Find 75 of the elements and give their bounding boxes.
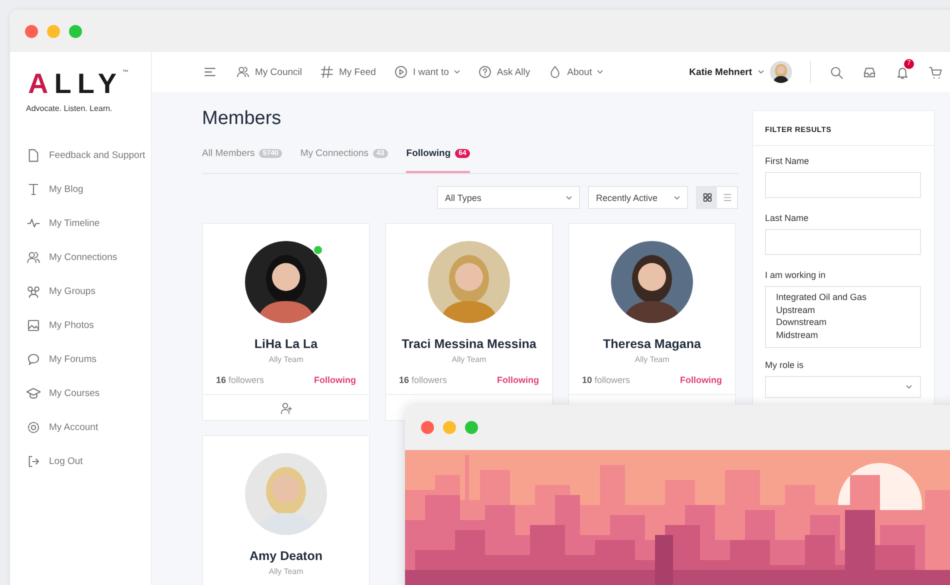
sidebar-item[interactable]: My Account: [26, 410, 151, 444]
field-label: Last Name: [765, 213, 810, 223]
nav-link[interactable]: Ask Ally: [478, 65, 530, 79]
close-button[interactable]: [421, 421, 434, 434]
close-button[interactable]: [25, 24, 38, 38]
following-link[interactable]: Following: [497, 375, 539, 385]
list-icon: [722, 192, 732, 203]
member-team: Ally Team: [268, 355, 304, 364]
listbox[interactable]: Integrated Oil and Gas Upstream Downstream Midstream: [765, 286, 921, 348]
member-name[interactable]: LiHa La La: [254, 337, 318, 351]
gear-icon: [26, 420, 41, 434]
graduation-cap-icon: [26, 386, 41, 400]
text-icon: [26, 182, 41, 196]
minimize-button[interactable]: [47, 24, 60, 38]
user-menu[interactable]: Katie Mehnert: [689, 61, 792, 83]
field-label: First Name: [765, 156, 810, 166]
maximize-button[interactable]: [69, 24, 82, 38]
member-team: Ally Team: [452, 355, 486, 364]
chat-icon: [26, 352, 41, 366]
follower-count: 16 followers: [399, 375, 448, 385]
nav-link[interactable]: My Feed: [320, 65, 376, 79]
question-icon: [478, 65, 492, 79]
follower-count: 10 followers: [582, 375, 630, 385]
logo-tagline: Advocate. Listen. Learn.: [26, 104, 112, 113]
logout-icon: [26, 454, 41, 468]
add-user-icon: [279, 400, 293, 414]
page-title: Members: [202, 108, 282, 130]
search-icon: [829, 64, 844, 80]
dropdown-field[interactable]: [765, 376, 921, 398]
image-icon: [26, 318, 41, 332]
sidebar-item[interactable]: My Groups: [26, 274, 151, 308]
add-connection-button[interactable]: [279, 400, 293, 414]
sidebar-item[interactable]: Feedback and Support: [26, 138, 151, 172]
caret-icon: [906, 385, 912, 389]
group-icon: [26, 284, 41, 298]
member-team: Ally Team: [268, 567, 304, 576]
input-field[interactable]: [765, 229, 921, 255]
follower-count: 16 followers: [216, 375, 264, 385]
field-label: My role is: [765, 360, 805, 370]
caret-icon: [566, 196, 572, 200]
caret-icon: [758, 70, 764, 74]
nav-link[interactable]: My Council: [236, 65, 302, 79]
caret-icon: [454, 70, 460, 74]
cart-icon: [928, 64, 943, 80]
field-label: I am working in: [765, 270, 827, 280]
people-icon: [236, 65, 250, 79]
nav-link[interactable]: I want to: [394, 65, 460, 79]
nav-link[interactable]: About: [548, 65, 603, 79]
sidebar-item[interactable]: My Photos: [26, 308, 151, 342]
caret-icon: [674, 196, 680, 200]
member-name[interactable]: Traci Messina Messina: [402, 337, 536, 351]
grid-icon: [702, 192, 712, 203]
following-link[interactable]: Following: [680, 375, 722, 385]
hash-icon: [320, 65, 334, 79]
people-icon: [26, 250, 41, 264]
member-name[interactable]: Amy Deaton: [250, 549, 322, 563]
sidebar-item[interactable]: My Connections: [26, 240, 151, 274]
member-team: Ally Team: [634, 355, 670, 364]
play-icon: [394, 65, 408, 79]
following-link[interactable]: Following: [314, 375, 356, 385]
dropdown-field[interactable]: All Types: [437, 186, 580, 209]
maximize-button[interactable]: [465, 421, 478, 434]
sidebar-item[interactable]: My Courses: [26, 376, 151, 410]
input-field[interactable]: [765, 172, 921, 198]
sidebar-item[interactable]: Log Out: [26, 444, 151, 478]
minimize-button[interactable]: [443, 421, 456, 434]
sidebar-item[interactable]: My Timeline: [26, 206, 151, 240]
sidebar-item[interactable]: My Blog: [26, 172, 151, 206]
caret-icon: [596, 70, 603, 74]
document-icon: [26, 148, 41, 162]
member-name[interactable]: Theresa Magana: [603, 337, 701, 351]
view-toggle[interactable]: [697, 187, 717, 208]
drop-icon: [548, 65, 562, 79]
sidebar-item[interactable]: My Forums: [26, 342, 151, 376]
dropdown-field[interactable]: Recently Active: [588, 186, 688, 209]
